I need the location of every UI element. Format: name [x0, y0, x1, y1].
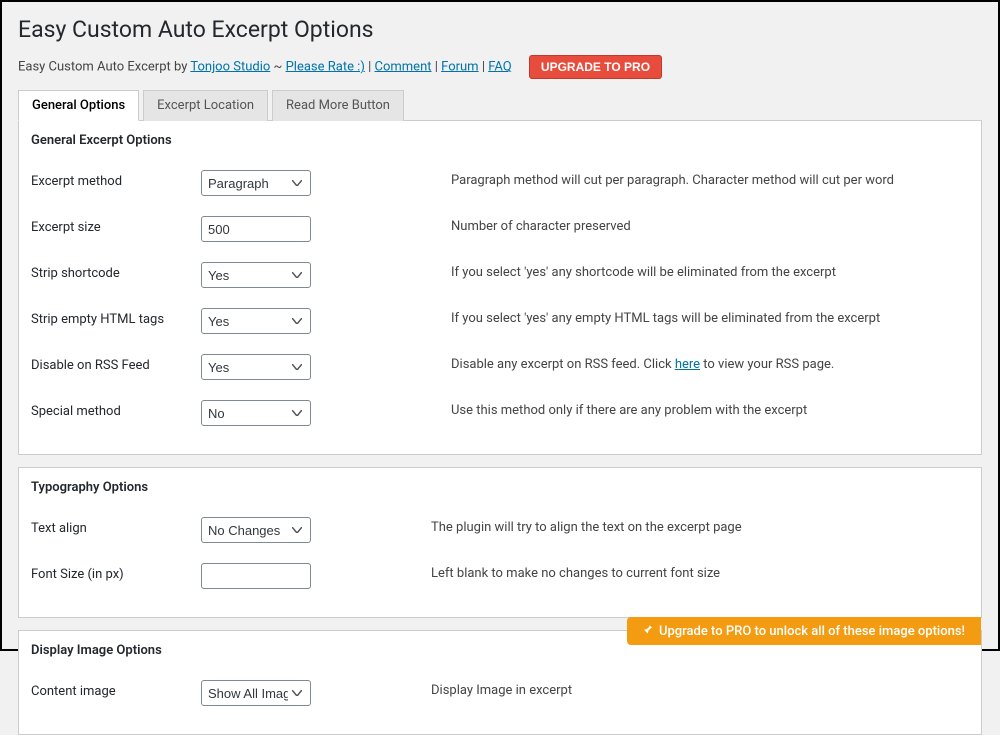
panel-typography: Typography Options Text align No Changes… — [18, 467, 982, 618]
special-method-select[interactable]: No — [201, 400, 311, 426]
sep: ~ — [270, 59, 285, 74]
special-method-desc: Use this method only if there are any pr… — [451, 400, 807, 418]
section-title-typography: Typography Options — [19, 480, 981, 507]
content-image-label: Content image — [31, 680, 201, 699]
section-title-display-image: Display Image Options — [19, 643, 981, 670]
forum-link[interactable]: Forum — [441, 59, 478, 74]
tabs: General Options Excerpt Location Read Mo… — [18, 89, 982, 121]
font-size-desc: Left blank to make no changes to current… — [431, 563, 720, 581]
pin-icon — [641, 623, 653, 639]
field-text-align: Text align No Changes The plugin will tr… — [19, 507, 981, 553]
font-size-label: Font Size (in px) — [31, 563, 201, 582]
rss-here-link[interactable]: here — [675, 357, 700, 372]
tab-excerpt-location[interactable]: Excerpt Location — [143, 90, 268, 121]
disable-rss-select[interactable]: Yes — [201, 354, 311, 380]
faq-link[interactable]: FAQ — [488, 59, 511, 74]
rate-link[interactable]: Please Rate :) — [286, 59, 365, 74]
sep: | — [432, 59, 442, 74]
excerpt-size-label: Excerpt size — [31, 216, 201, 235]
text-align-desc: The plugin will try to align the text on… — [431, 517, 742, 535]
subheader: Easy Custom Auto Excerpt by Tonjoo Studi… — [18, 55, 982, 79]
upgrade-to-pro-button[interactable]: UPGRADE TO PRO — [529, 55, 662, 79]
strip-empty-select[interactable]: Yes — [201, 308, 311, 334]
field-strip-shortcode: Strip shortcode Yes If you select 'yes' … — [19, 252, 981, 298]
field-special-method: Special method No Use this method only i… — [19, 390, 981, 436]
sep: | — [365, 59, 375, 74]
excerpt-size-desc: Number of character preserved — [451, 216, 631, 234]
field-strip-empty: Strip empty HTML tags Yes If you select … — [19, 298, 981, 344]
section-title-general: General Excerpt Options — [19, 133, 981, 160]
field-content-image: Content image Show All Images Display Im… — [19, 670, 981, 716]
field-font-size: Font Size (in px) Left blank to make no … — [19, 553, 981, 599]
content-image-select[interactable]: Show All Images — [201, 680, 311, 706]
subheader-prefix: Easy Custom Auto Excerpt by — [18, 59, 190, 74]
excerpt-size-input[interactable] — [201, 216, 311, 242]
content-image-desc: Display Image in excerpt — [431, 680, 572, 698]
upgrade-banner-text: Upgrade to PRO to unlock all of these im… — [659, 624, 965, 639]
strip-empty-label: Strip empty HTML tags — [31, 308, 201, 327]
disable-rss-desc-pre: Disable any excerpt on RSS feed. Click — [451, 357, 675, 372]
excerpt-method-desc: Paragraph method will cut per paragraph.… — [451, 170, 894, 188]
studio-link[interactable]: Tonjoo Studio — [190, 59, 270, 74]
upgrade-banner[interactable]: Upgrade to PRO to unlock all of these im… — [627, 617, 981, 645]
field-disable-rss: Disable on RSS Feed Yes Disable any exce… — [19, 344, 981, 390]
text-align-select[interactable]: No Changes — [201, 517, 311, 543]
panel-display-image: Upgrade to PRO to unlock all of these im… — [18, 630, 982, 735]
panel-general-excerpt: General Excerpt Options Excerpt method P… — [18, 121, 982, 455]
field-excerpt-size: Excerpt size Number of character preserv… — [19, 206, 981, 252]
disable-rss-desc-post: to view your RSS page. — [700, 357, 834, 372]
comment-link[interactable]: Comment — [375, 59, 432, 74]
sep: | — [479, 59, 489, 74]
disable-rss-desc: Disable any excerpt on RSS feed. Click h… — [451, 354, 834, 372]
strip-empty-desc: If you select 'yes' any empty HTML tags … — [451, 308, 880, 326]
tab-read-more-button[interactable]: Read More Button — [272, 90, 404, 121]
text-align-label: Text align — [31, 517, 201, 536]
page-title: Easy Custom Auto Excerpt Options — [18, 16, 982, 43]
disable-rss-label: Disable on RSS Feed — [31, 354, 201, 373]
font-size-input[interactable] — [201, 563, 311, 589]
strip-shortcode-label: Strip shortcode — [31, 262, 201, 281]
tab-general-options[interactable]: General Options — [18, 90, 139, 121]
excerpt-method-label: Excerpt method — [31, 170, 201, 189]
strip-shortcode-desc: If you select 'yes' any shortcode will b… — [451, 262, 836, 280]
field-excerpt-method: Excerpt method Paragraph Paragraph metho… — [19, 160, 981, 206]
strip-shortcode-select[interactable]: Yes — [201, 262, 311, 288]
excerpt-method-select[interactable]: Paragraph — [201, 170, 311, 196]
special-method-label: Special method — [31, 400, 201, 419]
